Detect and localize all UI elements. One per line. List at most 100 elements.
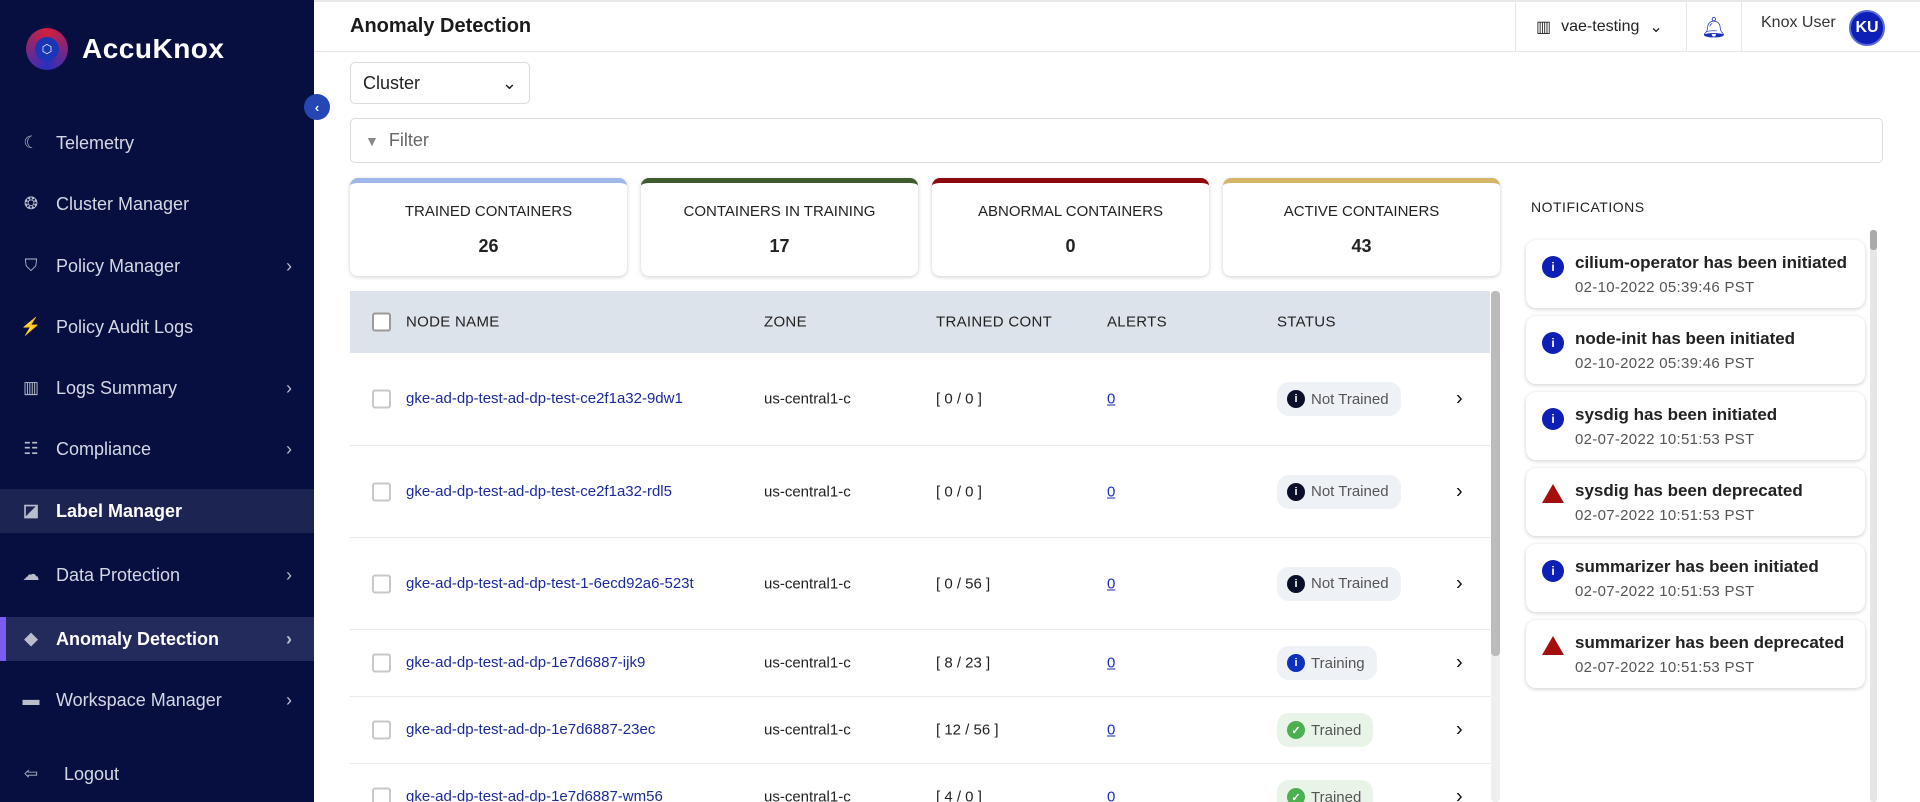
status-label: Trained	[1311, 721, 1362, 739]
sidebar-item-cluster-manager[interactable]: ❂ Cluster Manager	[0, 182, 314, 226]
workspace-selector[interactable]: ▥ vae-testing ⌄	[1515, 2, 1686, 52]
user-name[interactable]: Knox User	[1761, 14, 1836, 32]
alerts-link[interactable]: 0	[1107, 575, 1115, 592]
status-badge: i Not Trained	[1277, 474, 1401, 509]
row-checkbox[interactable]	[372, 787, 391, 802]
sidebar-item-label: Policy Manager	[56, 255, 181, 276]
sidebar-item-compliance[interactable]: ☷ Compliance ›	[0, 427, 314, 471]
alerts-link[interactable]: 0	[1107, 483, 1115, 500]
status-badge: ✓ Trained	[1277, 713, 1374, 747]
notification-date: 02-07-2022 10:51:53 PST	[1575, 507, 1755, 524]
table-row[interactable]: gke-ad-dp-test-ad-dp-test-ce2f1a32-9dw1 …	[350, 353, 1490, 446]
node-name-link[interactable]: gke-ad-dp-test-ad-dp-1e7d6887-ijk9	[406, 648, 706, 678]
chevron-right-icon[interactable]: ›	[1456, 786, 1463, 802]
alerts-link[interactable]: 0	[1107, 655, 1115, 672]
info-icon: i	[1542, 408, 1564, 430]
notification-card[interactable]: sysdig has been deprecated 02-07-2022 10:…	[1526, 468, 1865, 536]
row-checkbox[interactable]	[372, 720, 391, 740]
trained-cont: [ 0 / 0 ]	[936, 390, 982, 408]
chevron-right-icon[interactable]: ›	[1456, 719, 1463, 742]
node-name-link[interactable]: gke-ad-dp-test-ad-dp-test-ce2f1a32-9dw1	[406, 384, 706, 414]
chevron-right-icon[interactable]: ›	[1456, 388, 1463, 411]
chevron-right-icon: ›	[286, 255, 292, 276]
bell-icon: 🔔︎	[1701, 16, 1727, 39]
accuknox-logo[interactable]: ⬡ AccuKnox	[26, 28, 224, 70]
chevron-right-icon: ›	[286, 564, 292, 585]
sidebar-item-telemetry[interactable]: ☾ Telemetry	[0, 121, 314, 165]
notification-card[interactable]: i summarizer has been initiated 02-07-2022…	[1526, 544, 1865, 612]
notification-card[interactable]: i node-init has been initiated 02-10-2022 …	[1526, 316, 1865, 384]
chevron-right-icon[interactable]: ›	[1456, 480, 1463, 503]
node-name-link[interactable]: gke-ad-dp-test-ad-dp-test-ce2f1a32-rdl5	[406, 477, 706, 507]
logout-button[interactable]: ⇦ Logout	[0, 752, 314, 796]
table-row[interactable]: gke-ad-dp-test-ad-dp-1e7d6887-ijk9 us-ce…	[350, 630, 1490, 697]
compliance-icon: ☷	[23, 439, 39, 458]
filter-input[interactable]: ▼ Filter	[350, 118, 1883, 163]
notifications-scrollbar[interactable]	[1870, 230, 1877, 802]
status-label: Not Trained	[1311, 575, 1389, 592]
row-checkbox[interactable]	[372, 574, 391, 593]
table-row[interactable]: gke-ad-dp-test-ad-dp-1e7d6887-23ec us-ce…	[350, 697, 1490, 764]
sidebar-item-policy-manager[interactable]: ⛉ Policy Manager ›	[0, 244, 314, 288]
stat-card-abnormal-containers[interactable]: ABNORMAL CONTAINERS 0	[932, 178, 1209, 276]
chevron-right-icon[interactable]: ›	[1456, 572, 1463, 595]
notifications-bell-button[interactable]: 🔔︎	[1686, 2, 1742, 52]
briefcase-icon: ▬	[22, 690, 40, 709]
sidebar-item-label-manager[interactable]: ◪ Label Manager	[0, 489, 314, 533]
zone: us-central1-c	[764, 721, 851, 739]
header-alerts[interactable]: ALERTS	[1107, 314, 1167, 331]
alerts-link[interactable]: 0	[1107, 789, 1115, 802]
stat-card-trained-containers[interactable]: TRAINED CONTAINERS 26	[350, 178, 627, 276]
stat-label: ACTIVE CONTAINERS	[1283, 203, 1440, 220]
stat-card-containers-in-training[interactable]: CONTAINERS IN TRAINING 17	[641, 178, 918, 276]
table-scrollbar[interactable]	[1491, 291, 1500, 802]
alerts-link[interactable]: 0	[1107, 391, 1115, 408]
status-badge: i Not Trained	[1277, 382, 1401, 416]
node-name-link[interactable]: gke-ad-dp-test-ad-dp-test-1-6ecd92a6-523…	[406, 569, 706, 599]
info-icon: i	[1542, 256, 1564, 278]
sidebar-item-label: Anomaly Detection	[56, 628, 220, 649]
collapse-sidebar-button[interactable]: ‹	[304, 94, 330, 120]
notification-card[interactable]: i sysdig has been initiated 02-07-2022 10:…	[1526, 392, 1865, 460]
chevron-right-icon[interactable]: ›	[1456, 652, 1463, 675]
table-row[interactable]: gke-ad-dp-test-ad-dp-test-ce2f1a32-rdl5 …	[350, 446, 1490, 538]
chevron-right-icon: ›	[286, 438, 292, 459]
sidebar-item-data-protection[interactable]: ☁ Data Protection ›	[0, 553, 314, 597]
trained-cont: [ 8 / 23 ]	[936, 654, 991, 672]
table-row[interactable]: gke-ad-dp-test-ad-dp-1e7d6887-wm56 us-ce…	[350, 764, 1490, 802]
header-trained-cont[interactable]: TRAINED CONT	[936, 314, 1052, 331]
header-status[interactable]: STATUS	[1277, 314, 1336, 331]
table-row[interactable]: gke-ad-dp-test-ad-dp-test-1-6ecd92a6-523…	[350, 538, 1490, 630]
filter-icon: ▼	[365, 132, 379, 149]
alerts-link[interactable]: 0	[1107, 722, 1115, 739]
select-all-checkbox[interactable]	[372, 312, 391, 332]
sidebar-item-label: Data Protection	[56, 564, 181, 585]
sidebar-item-logs-summary[interactable]: ▥ Logs Summary ›	[0, 366, 314, 410]
notification-card[interactable]: i cilium-operator has been initiated 02-10…	[1526, 240, 1865, 308]
sidebar-item-label: Policy Audit Logs	[56, 316, 194, 337]
notification-text: sysdig has been deprecated	[1575, 481, 1803, 500]
notification-text: summarizer has been initiated	[1575, 557, 1819, 576]
check-circle-icon: ✓	[1287, 788, 1305, 802]
header-zone[interactable]: ZONE	[764, 314, 807, 331]
logo-icon: ⬡	[26, 28, 68, 70]
node-name-link[interactable]: gke-ad-dp-test-ad-dp-1e7d6887-wm56	[406, 782, 706, 802]
trained-cont: [ 0 / 56 ]	[936, 575, 991, 592]
status-badge: i Training	[1277, 646, 1377, 680]
sidebar-item-policy-audit-logs[interactable]: ⚡ Policy Audit Logs	[0, 305, 314, 349]
row-checkbox[interactable]	[372, 653, 391, 673]
cluster-dropdown[interactable]: Cluster ⌄	[350, 62, 530, 104]
zone: us-central1-c	[764, 654, 851, 672]
row-checkbox[interactable]	[372, 389, 391, 409]
sidebar-item-label: Label Manager	[56, 500, 183, 521]
sidebar-item-anomaly-detection[interactable]: ◆ Anomaly Detection ›	[0, 617, 314, 661]
sidebar-item-workspace-manager[interactable]: ▬ Workspace Manager ›	[0, 678, 314, 722]
status-badge: ✓ Trained	[1277, 780, 1374, 802]
avatar[interactable]: KU	[1849, 10, 1885, 46]
trained-cont: [ 4 / 0 ]	[936, 788, 982, 802]
node-name-link[interactable]: gke-ad-dp-test-ad-dp-1e7d6887-23ec	[406, 715, 706, 745]
notification-card[interactable]: summarizer has been deprecated 02-07-2022…	[1526, 620, 1865, 688]
stat-card-active-containers[interactable]: ACTIVE CONTAINERS 43	[1223, 178, 1500, 276]
header-node-name[interactable]: NODE NAME	[406, 314, 500, 331]
row-checkbox[interactable]	[372, 482, 391, 501]
